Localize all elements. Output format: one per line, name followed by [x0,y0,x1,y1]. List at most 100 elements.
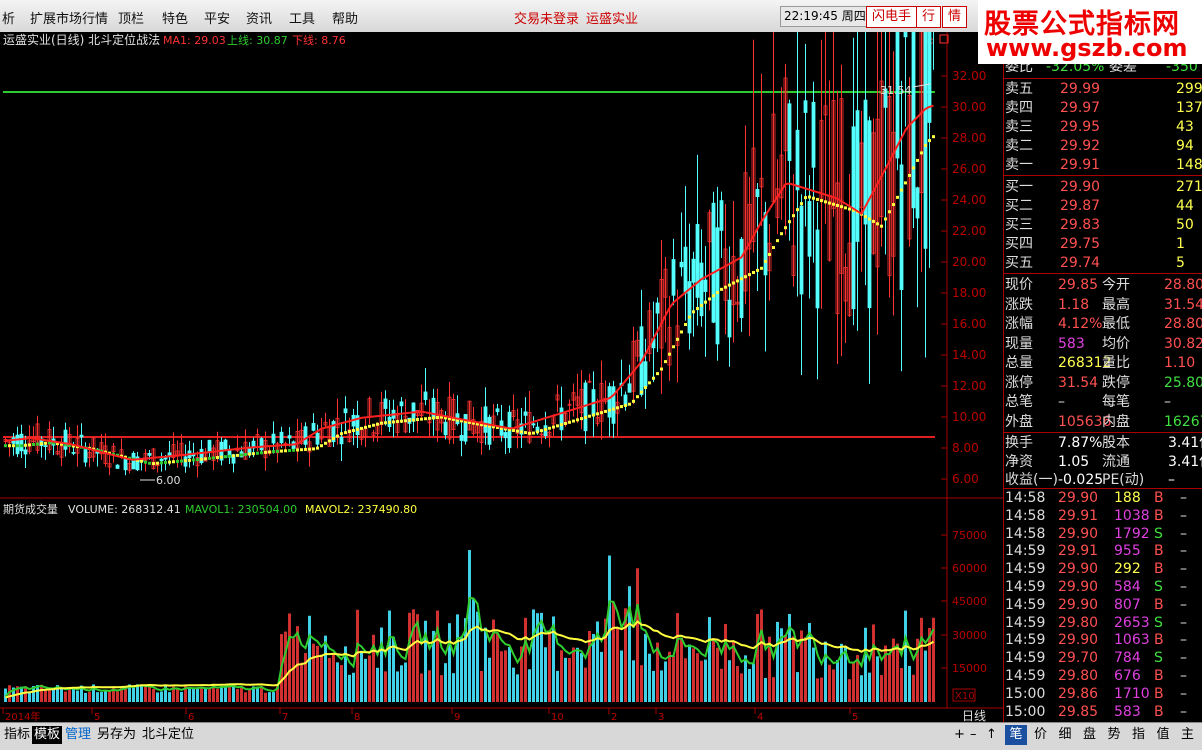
zoom-in-button[interactable]: + [952,726,967,744]
candle-body [763,212,768,276]
candle-body [679,261,684,268]
tick-volume: 1792 [1114,525,1150,542]
volume-bar [796,672,799,702]
sell-volume: 43 [1176,119,1194,135]
quote-tab-2[interactable]: 细 [1054,725,1076,745]
position-dot [744,275,747,279]
position-dot [148,461,151,465]
tab-template[interactable]: 模板 [32,726,63,744]
volume-bar [584,667,587,702]
watermark-logo: 股票公式指标网 www.gszb.com [978,0,1202,64]
menu-item-extended-market[interactable]: 扩展市场行情 [30,8,108,27]
quote-tab-1[interactable]: 价 [1030,725,1052,745]
stat-label-2: 量比 [1102,355,1130,371]
scroll-up-button[interactable]: ↑ [984,726,999,744]
kline-chart[interactable]: 运盛实业(日线) 北斗定位战法 MA1: 29.03 上线: 30.87 下线:… [0,0,1003,723]
menu-item-features[interactable]: 特色 [162,8,188,27]
volume-bar [440,675,443,702]
quote-button-2[interactable]: 情 [942,6,968,28]
volume-bar [848,679,851,702]
chart-area[interactable]: 运盛实业(日线) 北斗定位战法 MA1: 29.03 上线: 30.87 下线:… [0,0,1003,723]
position-dot [344,431,347,435]
tick-extra: – [1180,632,1187,649]
volume-bar [304,653,307,702]
position-dot [368,424,371,428]
quote-button[interactable]: 行 [916,6,942,28]
quote-tab-0[interactable]: 笔 [1005,725,1027,745]
tick-extra: – [1180,507,1187,524]
volume-bar [356,609,359,702]
volume-bar [860,675,863,702]
position-dot [780,232,783,236]
volume-bar [192,688,195,702]
position-dot [608,408,611,412]
time-axis: 2014年 5 6 7 8 9 10 2 3 4 5 [2,708,858,723]
quote-tab-5[interactable]: 指 [1128,725,1150,745]
stat-row: 总量 268312 量比 1.10 [1004,354,1202,373]
stat-value-2: 30.82 [1164,335,1202,352]
zoom-out-button[interactable]: – [968,726,979,744]
flash-trade-button[interactable]: 闪电手 [866,6,918,28]
candle-body [811,101,816,168]
position-dot [540,429,543,433]
position-dot [888,210,891,214]
position-dot [644,385,647,389]
quote-tab-7[interactable]: 主 [1177,725,1199,745]
tick-volume: 1038 [1114,507,1150,524]
price-tick-label: 26.00 [952,162,986,176]
position-dot [588,414,591,418]
position-dot [908,173,911,177]
tick-price: 29.86 [1058,685,1099,702]
tick-volume: 807 [1114,596,1141,613]
position-dot [884,217,887,221]
volume-bar [724,624,727,702]
candle-body [807,201,812,257]
position-dot [676,337,679,341]
position-dot [800,202,803,206]
volume-bar [548,631,551,702]
volume-bar [232,685,235,702]
volume-bar [240,686,243,702]
position-dot [664,360,667,364]
volume-bar [528,669,531,702]
tab-save-as[interactable]: 另存为 [95,726,138,744]
menu-item-tools[interactable]: 工具 [289,8,315,27]
tick-side: B [1154,632,1164,649]
menu-item-news[interactable]: 资讯 [246,8,272,27]
candle-body [303,426,308,445]
fund-value: 7.87% [1058,435,1103,451]
position-dot [576,418,579,422]
position-dot [380,421,383,425]
tab-beidou[interactable]: 北斗定位 [140,726,196,744]
position-dot [736,279,739,283]
quote-tab-4[interactable]: 势 [1103,725,1125,745]
tab-indicator[interactable]: 指标 [2,726,32,744]
tab-manage[interactable]: 管理 [63,726,93,744]
menu-item-top-bar[interactable]: 顶栏 [118,8,144,27]
login-status[interactable]: 交易未登录 [514,8,579,27]
quote-tab-3[interactable]: 盘 [1079,725,1101,745]
candle-body [655,302,660,314]
price-tick-label: 20.00 [952,255,986,269]
tick-side: S [1154,579,1163,595]
position-dot [592,413,595,417]
menu-item-pingan[interactable]: 平安 [204,8,230,27]
period-label[interactable]: 日线 [962,709,986,723]
tick-time: 14:59 [1005,561,1046,578]
tick-row: 14:59 29.80 2653 S – [1004,614,1202,633]
position-dot [864,215,867,219]
candle-body [383,398,388,409]
menu-item-analysis[interactable]: 析 [2,8,15,27]
volume-bar [920,617,923,702]
quote-tab-6[interactable]: 值 [1152,725,1174,745]
volume-bar [168,692,171,702]
volume-bar [76,690,79,702]
candle-body [719,200,724,231]
volume-bar [140,684,143,702]
menu-item-help[interactable]: 帮助 [332,8,358,27]
tick-row: 14:59 29.90 292 B – [1004,560,1202,579]
volume-bar [900,667,903,702]
volume-bar [272,692,275,702]
position-dot [304,447,307,451]
candle-body [867,120,872,309]
